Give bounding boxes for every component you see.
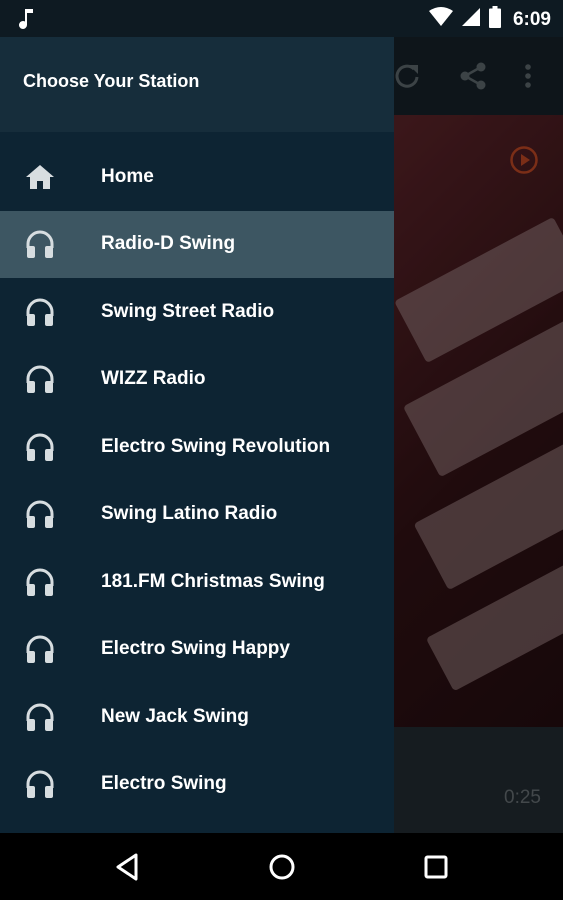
drawer-title: Choose Your Station xyxy=(23,71,200,91)
back-icon[interactable] xyxy=(112,851,144,883)
drawer-item-label: Electro Swing Happy xyxy=(101,638,290,660)
drawer-item-label: Swing Street Radio xyxy=(101,300,275,322)
drawer-item-station[interactable]: New Jack Swing xyxy=(0,683,394,751)
system-nav-bar xyxy=(0,833,563,900)
drawer-item-home[interactable]: Home xyxy=(0,143,394,211)
drawer-item-station[interactable]: Electro Swing Revolution xyxy=(0,413,394,481)
headphones-icon xyxy=(24,498,56,530)
drawer-item-station[interactable]: Swing Latino Radio xyxy=(0,481,394,549)
drawer-item-label: 181.FM Christmas Swing xyxy=(101,570,325,592)
headphones-icon xyxy=(24,633,56,665)
station-list: Home Radio-D Swing Swing Street Radio WI… xyxy=(0,143,394,818)
drawer-item-label: Swing Latino Radio xyxy=(101,503,278,525)
status-icons: 6:09 xyxy=(428,6,551,33)
drawer-item-label: Radio-D Swing xyxy=(101,233,236,255)
drawer-header: Choose Your Station xyxy=(0,37,394,132)
clock: 6:09 xyxy=(512,8,551,30)
headphones-icon xyxy=(24,228,56,260)
wifi-icon xyxy=(428,7,453,32)
headphones-icon xyxy=(24,566,56,598)
status-bar: 6:09 xyxy=(0,0,563,37)
drawer-item-label: Electro Swing xyxy=(101,773,227,795)
drawer-item-label: WIZZ Radio xyxy=(101,368,206,390)
headphones-icon xyxy=(24,296,56,328)
drawer-item-station[interactable]: Radio-D Swing xyxy=(0,210,394,278)
home-icon xyxy=(24,161,56,193)
headphones-icon xyxy=(24,701,56,733)
battery-icon xyxy=(488,6,501,33)
headphones-icon xyxy=(24,363,56,395)
drawer-item-station[interactable]: WIZZ Radio xyxy=(0,346,394,414)
drawer-item-station[interactable]: Electro Swing xyxy=(0,751,394,819)
navigation-drawer: Choose Your Station Home Radio-D Swing S… xyxy=(0,37,394,833)
drawer-item-label: Home xyxy=(101,165,154,187)
drawer-item-label: New Jack Swing xyxy=(101,705,249,727)
recents-icon[interactable] xyxy=(420,851,452,883)
headphones-icon xyxy=(24,768,56,800)
drawer-item-label: Electro Swing Revolution xyxy=(101,435,331,457)
home-circle-icon[interactable] xyxy=(266,851,298,883)
headphones-icon xyxy=(24,431,56,463)
drawer-item-station[interactable]: 181.FM Christmas Swing xyxy=(0,548,394,616)
music-note-icon xyxy=(18,7,36,34)
drawer-item-station[interactable]: Swing Street Radio xyxy=(0,278,394,346)
drawer-item-station[interactable]: Electro Swing Happy xyxy=(0,616,394,684)
cell-signal-icon xyxy=(461,7,481,32)
